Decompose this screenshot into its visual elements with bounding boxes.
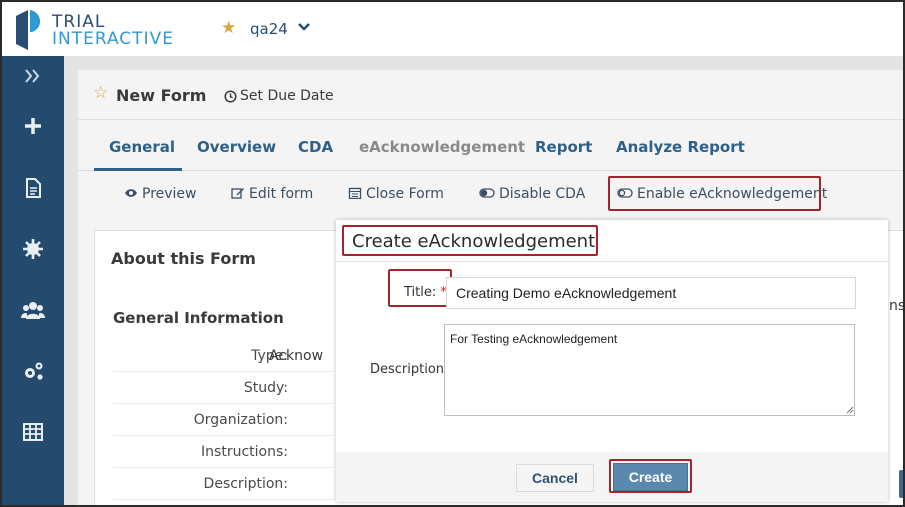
plus-icon[interactable] (21, 114, 45, 138)
field-row-description: Description: (113, 468, 333, 500)
field-value-type: Acknow (269, 348, 324, 364)
disable-cda-button[interactable]: Disable CDA (479, 186, 585, 202)
cogs-icon[interactable] (21, 359, 45, 383)
form-actions-toolbar: Preview Edit form Close Form Disable CDA… (78, 172, 903, 216)
eye-icon (125, 189, 137, 197)
dialog-footer: Cancel Create (336, 452, 888, 502)
close-form-button[interactable]: Close Form (348, 186, 444, 202)
close-form-label: Close Form (366, 186, 444, 202)
set-due-date-link[interactable]: Set Due Date (240, 88, 334, 104)
preview-label: Preview (142, 186, 197, 202)
edit-form-label: Edit form (249, 186, 314, 202)
edit-form-button[interactable]: Edit form (231, 186, 313, 202)
field-label-study: Study: (243, 380, 288, 396)
field-label-description: Description: (203, 476, 288, 492)
table-icon[interactable] (21, 420, 45, 444)
toggle-on-icon (479, 188, 495, 198)
disable-cda-label: Disable CDA (499, 186, 586, 202)
cut-off-text: nse (889, 298, 905, 314)
edit-icon (231, 188, 244, 199)
field-row-study: Study: (113, 372, 333, 404)
form-tabs: General Overview CDA eAcknowledgement Re… (78, 126, 903, 171)
field-label-instructions: Instructions: (201, 444, 288, 460)
highlight-dialog-title (342, 225, 598, 256)
dialog-header: Create eAcknowledgement (336, 220, 888, 262)
active-tab-indicator (94, 168, 182, 171)
highlight-title-label (388, 269, 452, 307)
general-information-title: General Information (113, 309, 284, 327)
gear-icon[interactable] (21, 237, 45, 261)
app-window: TRIAL INTERACTIVE ★ qa24 ☆ New Form Set … (0, 0, 905, 507)
chevron-down-icon[interactable] (297, 20, 311, 34)
tab-cda[interactable]: CDA (298, 138, 333, 156)
tab-eacknowledgement[interactable]: eAcknowledgement (359, 138, 525, 156)
field-row-organization: Organization: (113, 404, 333, 436)
about-form-title: About this Form (111, 249, 256, 268)
tab-general[interactable]: General (109, 138, 175, 156)
favorite-form-star-icon[interactable]: ☆ (93, 83, 108, 103)
form-title-row: ☆ New Form Set Due Date (78, 70, 903, 120)
cancel-button[interactable]: Cancel (516, 464, 594, 492)
clock-icon (224, 90, 237, 103)
tab-overview[interactable]: Overview (197, 138, 276, 156)
description-field-label: Description: (370, 362, 449, 377)
form-title: New Form (116, 86, 207, 105)
logo-text-line2: INTERACTIVE (52, 29, 174, 49)
resize-grip-icon[interactable] (846, 406, 854, 414)
tab-report[interactable]: Report (535, 138, 592, 156)
highlight-enable-eack (608, 176, 821, 211)
logo-mark-icon (16, 10, 41, 50)
sidebar (2, 56, 64, 505)
create-eacknowledgement-dialog: Create eAcknowledgement Title: * Descrip… (336, 220, 888, 502)
top-header: TRIAL INTERACTIVE ★ qa24 (2, 2, 903, 56)
users-icon[interactable] (21, 298, 45, 322)
field-row-type: Type: Acknow (113, 340, 333, 372)
cut-off-button[interactable] (899, 470, 903, 498)
description-textarea[interactable]: For Testing eAcknowledgement (444, 324, 855, 416)
calendar-close-icon (348, 187, 362, 199)
expand-icon[interactable] (21, 64, 45, 88)
favorite-star-icon[interactable]: ★ (221, 18, 236, 38)
document-icon[interactable] (21, 176, 45, 200)
tab-analyze-report[interactable]: Analyze Report (616, 138, 745, 156)
preview-button[interactable]: Preview (124, 186, 197, 202)
field-label-organization: Organization: (193, 412, 288, 428)
field-row-instructions: Instructions: (113, 436, 333, 468)
app-logo[interactable]: TRIAL INTERACTIVE (12, 6, 192, 54)
study-selector-label[interactable]: qa24 (250, 20, 288, 38)
title-input[interactable] (446, 277, 856, 309)
highlight-create-button (609, 459, 692, 493)
